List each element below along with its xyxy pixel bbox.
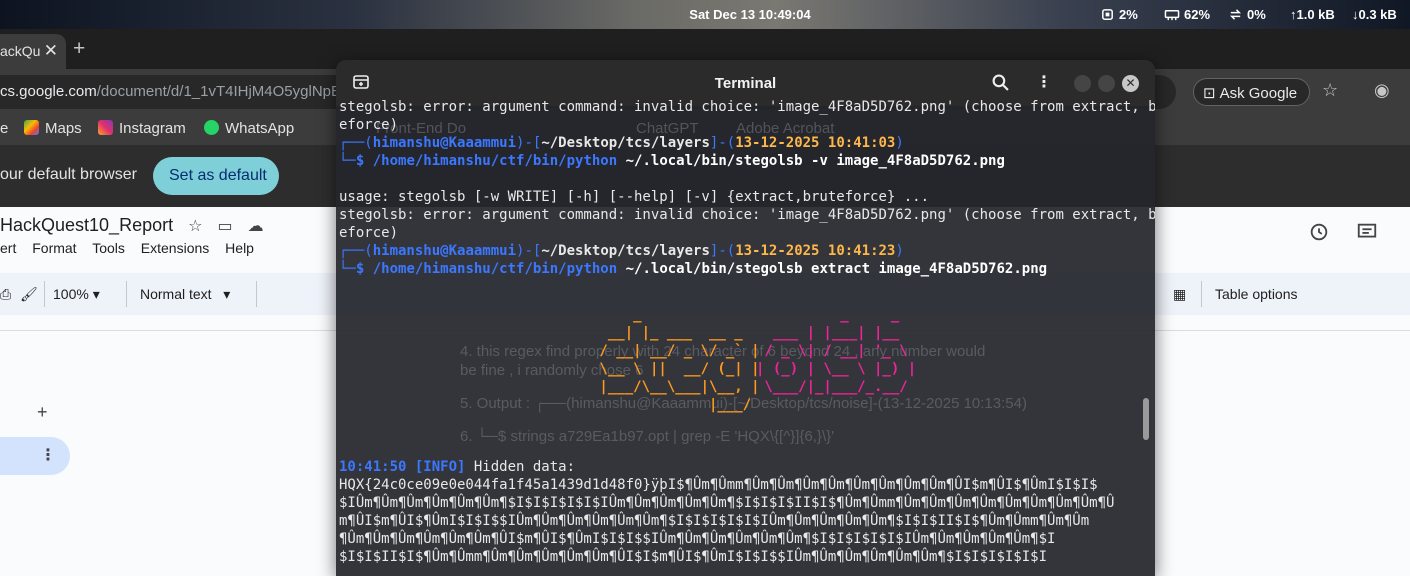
- stegolsb-ascii-logo-lsb: _ _ ___ | |___| |__ / _ \| / __| '_ \ | …: [756, 307, 917, 395]
- set-default-button[interactable]: Set as default: [153, 157, 279, 195]
- hidden-data-line: HQX{24c0ce09e0e044fa1f45a1439d1d48f0}ÿþI…: [339, 477, 1098, 493]
- download-indicator[interactable]: ↓0.3 kB: [1352, 7, 1397, 22]
- hidden-data-line: $IÛm¶Ûm¶Ûm¶Ûm¶Ûm¶Ûm¶$I$I$I$I$I$IÛm¶Ûm¶Ûm…: [339, 495, 1115, 511]
- search-icon[interactable]: [992, 74, 1009, 91]
- memory-icon: [1164, 10, 1180, 21]
- prompt-line: ┌──(himanshu@Kaaammui)-[~/Desktop/tcs/la…: [339, 243, 904, 259]
- command-line: └─$ /home/himanshu/ctf/bin/python ~/.loc…: [339, 153, 1005, 169]
- toolbar-divider: [1201, 281, 1202, 307]
- chevron-down-icon: ▾: [223, 286, 231, 302]
- version-history-icon[interactable]: [1308, 221, 1330, 243]
- tab-close-icon[interactable]: ✕: [44, 41, 58, 61]
- cpu-icon: [1102, 9, 1113, 20]
- swap-icon: [1229, 9, 1242, 20]
- zoom-value: 100%: [53, 286, 89, 302]
- terminal-output-line: eforce): [339, 225, 399, 241]
- prompt-line: ┌──(himanshu@Kaaammui)-[~/Desktop/tcs/la…: [339, 135, 904, 151]
- ask-google-button[interactable]: ⊡ Ask Google: [1193, 78, 1310, 106]
- menu-format[interactable]: Format: [32, 240, 76, 256]
- docs-menu-bar: ert Format Tools Extensions Help: [0, 240, 266, 256]
- maximize-button[interactable]: [1098, 75, 1115, 92]
- whatsapp-icon: [204, 120, 219, 135]
- document-tab-item[interactable]: ⋮: [0, 437, 70, 475]
- add-tab-icon[interactable]: +: [37, 402, 48, 423]
- infobar-message: our default browser: [0, 166, 137, 183]
- tab-title: ackQu: [0, 43, 41, 59]
- terminal-window: Terminal ⋮ ✕ Front-End Do ChatGPT Adobe …: [336, 60, 1155, 576]
- style-select[interactable]: Normal text ▾: [140, 286, 230, 303]
- style-value: Normal text: [140, 286, 212, 302]
- terminal-output-line: stegolsb: error: argument command: inval…: [339, 99, 1155, 115]
- cpu-value: 2%: [1119, 7, 1138, 22]
- upload-value: 1.0 kB: [1296, 7, 1335, 22]
- star-icon[interactable]: ☆: [188, 218, 202, 235]
- menu-insert[interactable]: ert: [0, 240, 16, 256]
- hidden-data-line: $I$I$II$I$¶Ûm¶Ûmm¶Ûm¶Ûm¶Ûm¶Ûm¶Ûm¶ÛI$I$m¶…: [339, 549, 1048, 565]
- zoom-select[interactable]: 100% ▾: [53, 286, 100, 303]
- new-tab-button[interactable]: +: [73, 37, 85, 61]
- terminal-title: Terminal: [714, 75, 777, 92]
- terminal-output-line: eforce): [339, 117, 399, 133]
- ghost-text: 6. └─$ strings a729Ea1b97.opt | grep -E …: [460, 428, 834, 445]
- menu-tools[interactable]: Tools: [92, 240, 125, 256]
- bookmark-instagram[interactable]: Instagram: [98, 120, 186, 137]
- close-button[interactable]: ✕: [1122, 75, 1139, 92]
- swap-indicator[interactable]: 0%: [1228, 7, 1266, 22]
- table-icon[interactable]: ▦: [1173, 286, 1186, 303]
- command-line: └─$ /home/himanshu/ctf/bin/python ~/.loc…: [339, 261, 1048, 277]
- upload-indicator[interactable]: ↑1.0 kB: [1290, 7, 1335, 22]
- bookmark-maps[interactable]: Maps: [24, 120, 82, 137]
- download-value: 0.3 kB: [1358, 7, 1397, 22]
- menu-help[interactable]: Help: [225, 240, 254, 256]
- menu-kebab-icon[interactable]: ⋮: [1036, 72, 1052, 92]
- toolbar-divider: [256, 281, 257, 307]
- paint-format-icon[interactable]: 🖌: [20, 286, 38, 303]
- move-folder-icon[interactable]: ▭: [217, 218, 232, 235]
- stegolsb-ascii-logo: _ __| |_ ___ __ _ / __| __/ _ \/ _` | \_…: [591, 307, 760, 413]
- instagram-icon: [98, 120, 113, 135]
- info-line: 10:41:50 [INFO] Hidden data:: [339, 459, 576, 475]
- bookmark-item[interactable]: e: [0, 120, 8, 137]
- terminal-scrollbar[interactable]: [1143, 398, 1149, 440]
- bookmark-label: Instagram: [119, 120, 186, 137]
- terminal-output-line: usage: stegolsb [-w WRITE] [-h] [--help]…: [339, 189, 930, 205]
- memory-indicator[interactable]: 62%: [1164, 7, 1210, 22]
- comments-icon[interactable]: [1356, 221, 1378, 243]
- bookmark-star-icon[interactable]: ☆: [1322, 80, 1338, 101]
- cloud-status-icon[interactable]: ☁: [248, 218, 264, 235]
- print-icon[interactable]: ⎙: [0, 286, 11, 303]
- doc-title-row: HackQuest10_Report ☆ ▭ ☁: [0, 215, 264, 236]
- system-top-bar: Sat Dec 13 10:49:04 2% 62% 0% ↑1.0 kB ↓0…: [0, 0, 1410, 29]
- chevron-down-icon: ▾: [92, 286, 100, 302]
- hidden-data-line: m¶ÛI$m¶ÛI$¶ÛmI$I$I$$IÛm¶Ûm¶Ûm¶Ûm¶Ûm¶Ûm¶$…: [339, 513, 1090, 529]
- memory-value: 62%: [1184, 7, 1211, 22]
- terminal-output-line: stegolsb: error: argument command: inval…: [339, 207, 1155, 223]
- table-options-button[interactable]: Table options: [1215, 286, 1298, 302]
- menu-extensions[interactable]: Extensions: [141, 240, 209, 256]
- hidden-data-line: ¶Ûm¶Ûm¶Ûm¶Ûm¶Ûm¶Ûm¶ÛI$m¶ÛI$¶ÛmI$I$I$$IÛm…: [339, 531, 1056, 547]
- minimize-button[interactable]: [1074, 75, 1091, 92]
- bookmark-label: WhatsApp: [225, 120, 295, 137]
- toolbar-divider: [44, 281, 45, 307]
- url-path: /document/d/1_1vT4IHjM4O5yglNpB9M: [96, 83, 362, 100]
- ask-google-label: Ask Google: [1219, 85, 1298, 102]
- swap-value: 0%: [1247, 7, 1266, 22]
- bookmark-label: e: [0, 120, 9, 137]
- maps-icon: [24, 120, 39, 135]
- browser-tab[interactable]: ackQu ✕: [0, 34, 66, 69]
- more-options-icon[interactable]: ⋮: [40, 445, 56, 465]
- url-host: cs.google.com: [0, 83, 97, 100]
- bookmark-label: Maps: [45, 120, 82, 137]
- toolbar-divider: [126, 281, 127, 307]
- lens-icon: ⊡: [1203, 85, 1216, 102]
- cpu-indicator[interactable]: 2%: [1100, 7, 1138, 22]
- bookmark-whatsapp[interactable]: WhatsApp: [204, 120, 294, 137]
- gemini-icon[interactable]: ◉: [1374, 80, 1390, 101]
- document-title[interactable]: HackQuest10_Report: [0, 215, 173, 235]
